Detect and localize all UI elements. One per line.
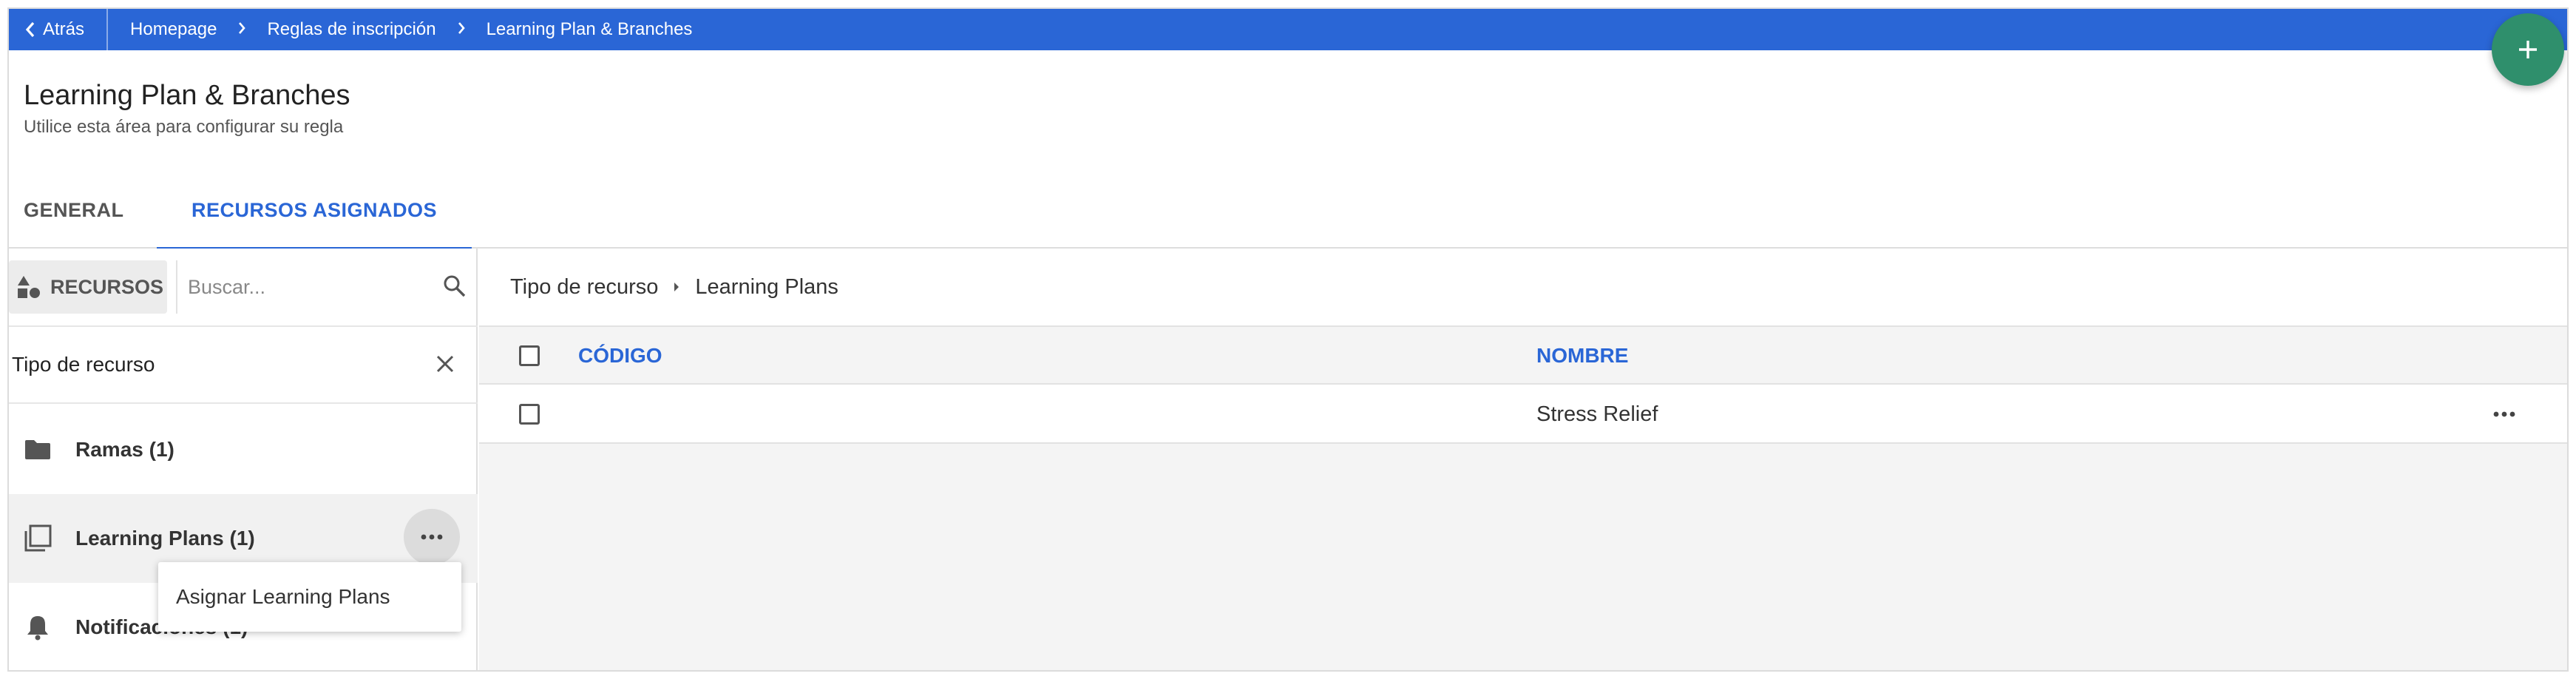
top-bar: Atrás Homepage Reglas de inscripción Lea… (9, 9, 2567, 50)
resource-type-branches[interactable]: Ramas (1) (9, 405, 478, 494)
app-window: Atrás Homepage Reglas de inscripción Lea… (7, 7, 2569, 672)
resources-button[interactable]: RECURSOS (9, 260, 167, 314)
more-horizontal-icon (421, 534, 443, 540)
column-header-code[interactable]: CÓDIGO (578, 327, 662, 385)
chevron-right-icon (453, 19, 470, 40)
row-checkbox[interactable] (519, 404, 540, 425)
assign-learning-plans-menu-item[interactable]: Asignar Learning Plans (158, 562, 461, 632)
learning-plan-icon (22, 524, 53, 553)
tab-assigned-resources[interactable]: RECURSOS ASIGNADOS (157, 172, 472, 250)
more-horizontal-icon[interactable] (2492, 402, 2517, 426)
select-all-checkbox[interactable] (519, 345, 540, 366)
search-icon[interactable] (442, 274, 467, 303)
column-header-name[interactable]: NOMBRE (1536, 327, 1628, 385)
search-input[interactable] (177, 265, 414, 309)
more-options-button[interactable] (404, 509, 460, 565)
add-button[interactable] (2492, 13, 2564, 86)
page-subtitle: Utilice esta área para configurar su reg… (24, 117, 344, 137)
bell-icon (22, 614, 53, 641)
resource-type-label: Ramas (1) (75, 438, 174, 461)
resource-breadcrumb-type[interactable]: Tipo de recurso (510, 275, 658, 300)
resource-type-label: Learning Plans (1) (75, 527, 255, 550)
search-box (176, 260, 475, 314)
filter-title: Tipo de recurso (12, 353, 155, 376)
row-name: Stress Relief (1536, 402, 1658, 426)
shapes-icon (18, 276, 40, 298)
caret-right-icon (674, 283, 679, 291)
page-title: Learning Plan & Branches (24, 80, 350, 111)
folder-icon (22, 439, 53, 461)
breadcrumb: Homepage Reglas de inscripción Learning … (108, 19, 692, 40)
back-label: Atrás (43, 19, 85, 39)
plus-icon (2519, 41, 2537, 58)
chevron-right-icon (233, 19, 251, 40)
breadcrumb-homepage[interactable]: Homepage (130, 19, 217, 40)
resource-breadcrumb-current: Learning Plans (695, 274, 838, 299)
tab-bar: GENERAL RECURSOS ASIGNADOS (9, 172, 2567, 250)
breadcrumb-enrollment-rules[interactable]: Reglas de inscripción (267, 19, 435, 40)
chevron-left-icon (25, 21, 35, 38)
close-icon[interactable] (435, 354, 455, 379)
back-button[interactable]: Atrás (9, 9, 109, 50)
filter-header: Tipo de recurso (9, 327, 478, 404)
table-row: Stress Relief (479, 385, 2567, 444)
table-header: CÓDIGO NOMBRE (479, 327, 2567, 385)
breadcrumb-current: Learning Plan & Branches (486, 19, 693, 39)
resources-content: Tipo de recurso Learning Plans CÓDIGO NO… (479, 249, 2567, 670)
resources-button-label: RECURSOS (50, 275, 164, 298)
tab-general[interactable]: GENERAL (24, 172, 124, 249)
sidebar-toolbar: RECURSOS (9, 249, 478, 327)
resource-breadcrumb: Tipo de recurso Learning Plans (479, 249, 2567, 327)
